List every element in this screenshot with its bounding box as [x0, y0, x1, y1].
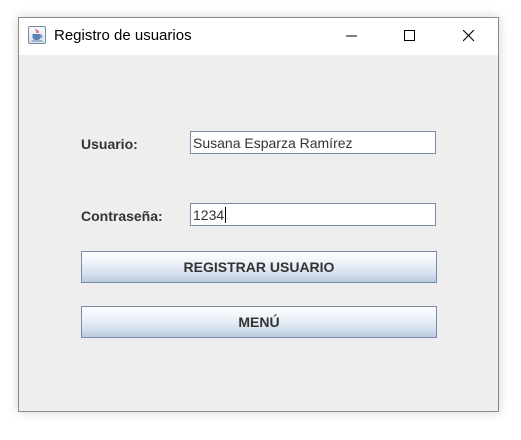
- password-field-value: 1234: [193, 207, 225, 223]
- close-button[interactable]: [440, 18, 498, 55]
- window-title: Registro de usuarios: [54, 27, 192, 44]
- menu-button[interactable]: MENÚ: [81, 306, 437, 338]
- password-field[interactable]: 1234: [190, 203, 436, 226]
- title-bar[interactable]: Registro de usuarios: [19, 18, 498, 55]
- app-window: Registro de usuarios Usuario: Susana Esp…: [18, 17, 499, 412]
- user-field-value: Susana Esparza Ramírez: [193, 135, 353, 151]
- java-cup-icon[interactable]: [28, 26, 46, 44]
- close-icon: [463, 30, 475, 42]
- register-user-button[interactable]: REGISTRAR USUARIO: [81, 251, 437, 283]
- maximize-button[interactable]: [381, 18, 439, 55]
- password-label: Contraseña:: [81, 208, 163, 224]
- maximize-icon: [404, 30, 415, 41]
- user-field[interactable]: Susana Esparza Ramírez: [190, 131, 436, 154]
- minimize-icon: [346, 35, 357, 37]
- minimize-button[interactable]: [323, 18, 381, 55]
- text-caret: [225, 207, 227, 223]
- user-label: Usuario:: [81, 136, 138, 152]
